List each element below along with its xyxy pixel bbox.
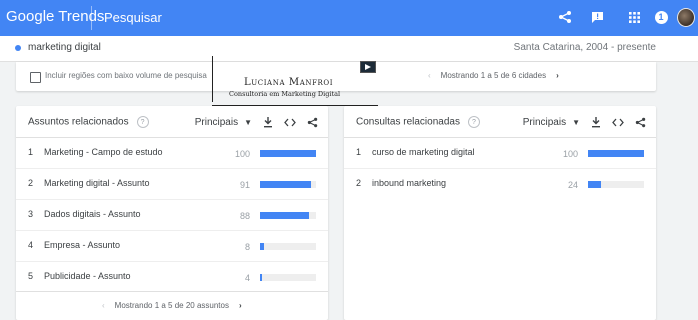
google-trends-logo[interactable]: Google Trends [6,8,104,25]
top-bar: Google Trends Pesquisar 1 [0,0,698,36]
download-icon[interactable] [590,116,602,128]
value-bar-track [260,243,316,250]
item-value: 91 [239,180,250,190]
notification-count: 1 [654,10,668,24]
value-bar-track [260,212,316,219]
item-label[interactable]: Publicidade - Assunto [44,271,131,281]
value-bar [260,243,265,250]
watermark-name: Luciana Manfroi [244,77,334,88]
related-topics-card: Assuntos relacionados? Principais ▼ 1 Mark… [16,106,328,320]
next-page-icon[interactable]: › [556,71,559,80]
value-bar-track [260,274,316,281]
download-icon[interactable] [262,116,274,128]
notifications-badge[interactable]: 1 [652,8,670,26]
low-volume-checkbox[interactable] [30,72,41,83]
rank-number: 2 [28,178,34,188]
value-bar [588,150,644,157]
rank-number: 3 [28,209,34,219]
item-label[interactable]: curso de marketing digital [372,147,475,157]
play-icon [360,61,376,73]
value-bar [260,274,263,281]
help-icon[interactable]: ? [136,116,149,128]
list-item[interactable]: 2 inbound marketing 24 [344,168,656,199]
region-pager-text: Mostrando 1 a 5 de 6 cidades [440,71,547,80]
related-topics-title-text: Assuntos relacionados [28,116,129,128]
list-item[interactable]: 1 Marketing - Campo de estudo 100 [16,137,328,169]
account-avatar[interactable] [677,7,695,27]
share-icon[interactable] [306,116,318,128]
rank-number: 4 [28,240,34,250]
item-label[interactable]: Marketing - Campo de estudo [44,147,163,157]
list-item[interactable]: 4 Empresa - Assunto 8 [16,230,328,262]
related-topics-tools: Principais ▼ [195,116,318,128]
prev-page-icon[interactable]: ‹ [428,71,431,80]
prev-page-icon[interactable]: ‹ [102,301,105,310]
value-bar-track [260,150,316,157]
related-topics-footer: ‹ Mostrando 1 a 5 de 20 assuntos › [16,291,328,320]
related-queries-filter[interactable]: Principais ▼ [523,117,580,128]
list-item[interactable]: 5 Publicidade - Assunto 4 [16,261,328,292]
item-label[interactable]: Dados digitais - Assunto [44,209,141,219]
rank-number: 1 [28,147,34,157]
logo-google: Google [6,8,55,25]
filter-label: Principais [522,116,567,128]
related-queries-title-text: Consultas relacionadas [356,116,460,128]
list-item[interactable]: 1 curso de marketing digital 100 [344,137,656,169]
avatar-image [677,7,695,27]
value-bar [260,181,311,188]
share-icon[interactable] [556,8,574,26]
help-icon[interactable]: ? [467,116,480,128]
value-bar-track [260,181,316,188]
dropdown-arrow-icon: ▼ [572,117,580,127]
filter-label: Principais [194,116,239,128]
item-value: 88 [239,211,250,221]
related-queries-card: Consultas relacionadas? Principais ▼ 1 cur… [344,106,656,320]
watermark-line-vertical [212,56,213,102]
item-value: 4 [244,273,250,283]
related-topics-title: Assuntos relacionados? [28,116,149,128]
term-color-dot [15,45,21,51]
watermark-subtitle: Consultoria em Marketing Digital [229,90,341,98]
related-topics-filter[interactable]: Principais ▼ [195,117,252,128]
value-bar-track [588,150,644,157]
dropdown-arrow-icon: ▼ [244,117,252,127]
rank-number: 5 [28,271,34,281]
rank-number: 1 [356,147,362,157]
region-period: Santa Catarina, 2004 - presente [513,42,656,53]
item-label[interactable]: Empresa - Assunto [44,240,120,250]
related-queries-tools: Principais ▼ [523,116,646,128]
share-icon[interactable] [634,116,646,128]
related-topics-pager-text: Mostrando 1 a 5 de 20 assuntos [114,301,229,310]
apps-icon[interactable] [625,8,643,26]
search-term[interactable]: marketing digital [28,42,101,53]
value-bar-track [588,181,644,188]
rank-number: 2 [356,178,362,188]
search-button[interactable]: Pesquisar [104,10,162,25]
item-label[interactable]: Marketing digital - Assunto [44,178,150,188]
related-queries-header: Consultas relacionadas? Principais ▼ [344,106,656,138]
item-value: 8 [244,242,250,252]
comparison-bar: marketing digital Santa Catarina, 2004 -… [0,36,698,62]
watermark: Luciana Manfroi Consultoria em Marketing… [212,56,378,107]
value-bar [260,212,310,219]
item-label[interactable]: inbound marketing [372,178,446,188]
list-item[interactable]: 3 Dados digitais - Assunto 88 [16,199,328,231]
embed-icon[interactable] [284,116,296,128]
item-value: 100 [234,149,250,159]
embed-icon[interactable] [612,116,624,128]
header-divider [91,6,92,30]
list-item[interactable]: 2 Marketing digital - Assunto 91 [16,168,328,200]
low-volume-label[interactable]: Incluir regiões com baixo volume de pesq… [45,71,207,80]
feedback-icon[interactable] [588,8,606,26]
related-queries-title: Consultas relacionadas? [356,116,480,128]
logo-trends: Trends [58,8,105,25]
next-page-icon[interactable]: › [239,301,242,310]
value-bar [260,150,316,157]
region-pager: ‹ Mostrando 1 a 5 de 6 cidades › [428,71,559,80]
value-bar [588,181,602,188]
related-topics-header: Assuntos relacionados? Principais ▼ [16,106,328,138]
item-value: 100 [562,149,578,159]
related-topics-pager: ‹ Mostrando 1 a 5 de 20 assuntos › [102,301,242,310]
item-value: 24 [567,180,578,190]
